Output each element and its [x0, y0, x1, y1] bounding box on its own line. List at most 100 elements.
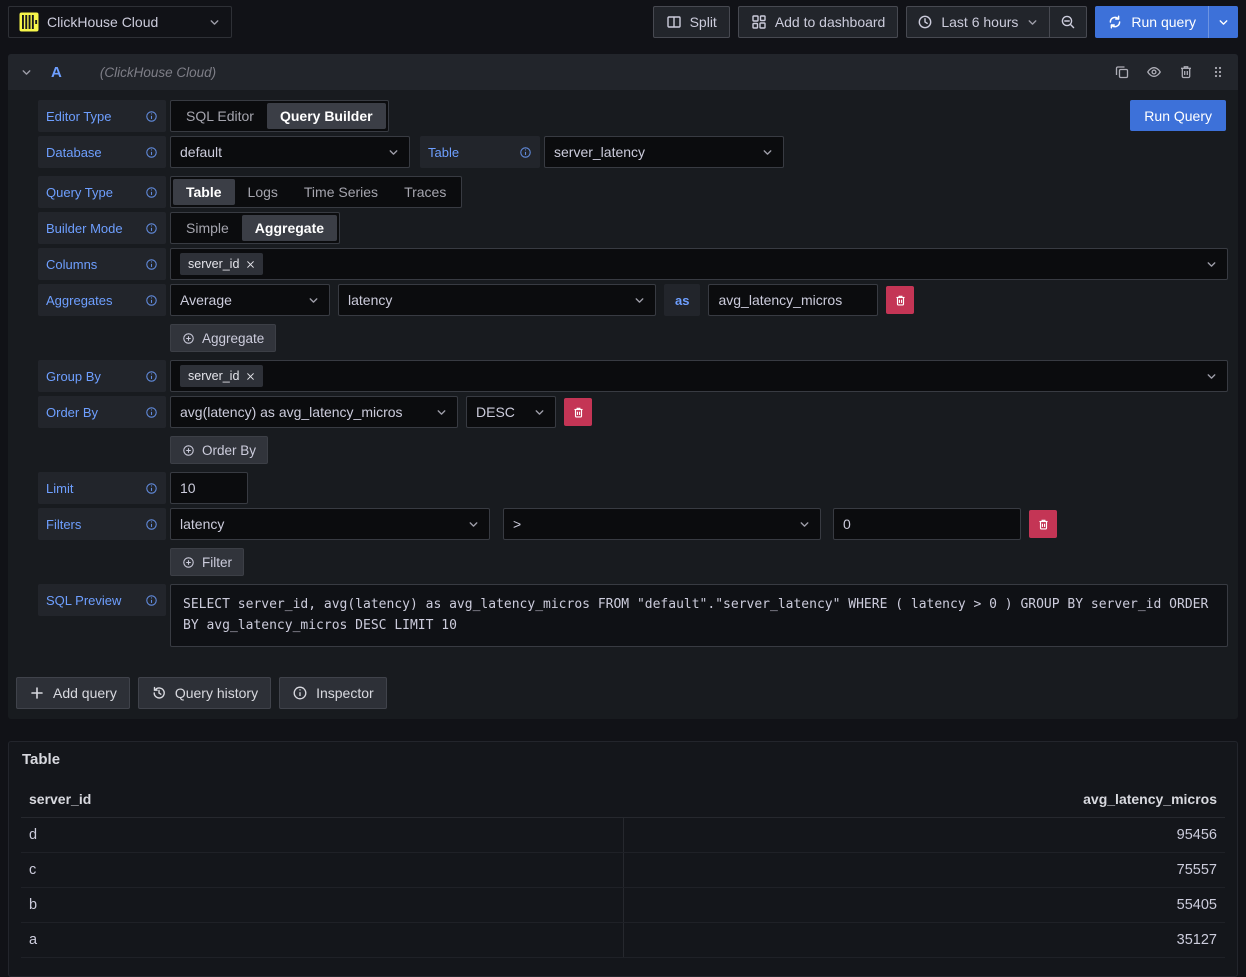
inspector-button[interactable]: Inspector [279, 677, 387, 709]
table-row: c 75557 [21, 853, 1225, 888]
cell-server-id: a [21, 923, 624, 957]
add-aggregate-button[interactable]: Aggregate [170, 324, 276, 352]
info-icon[interactable] [145, 222, 158, 235]
chevron-down-icon [467, 518, 480, 531]
remove-filter-button[interactable] [1029, 510, 1057, 538]
results-table: server_id avg_latency_micros d 95456 c 7… [21, 783, 1225, 958]
chevron-down-icon [533, 406, 546, 419]
column-header-avg-latency-micros[interactable]: avg_latency_micros [623, 783, 1225, 817]
add-to-dashboard-button[interactable]: Add to dashboard [738, 6, 899, 38]
info-icon[interactable] [145, 482, 158, 495]
query-type-logs[interactable]: Logs [235, 179, 291, 205]
split-button[interactable]: Split [653, 6, 730, 38]
cell-server-id: b [21, 888, 624, 922]
table-select[interactable]: server_latency [544, 136, 784, 168]
time-range-picker[interactable]: Last 6 hours [907, 7, 1049, 37]
circled-plus-icon [182, 556, 195, 569]
remove-tag-icon[interactable] [246, 260, 255, 269]
chevron-down-icon [761, 146, 774, 159]
run-query-toolbar-label: Run query [1131, 14, 1196, 30]
remove-order-by-button[interactable] [564, 398, 592, 426]
database-label: Database [38, 136, 166, 168]
datasource-picker[interactable]: ClickHouse Cloud [8, 6, 232, 38]
datasource-picker-value: ClickHouse Cloud [47, 14, 158, 30]
info-icon[interactable] [145, 594, 158, 607]
editor-type-query-builder[interactable]: Query Builder [267, 103, 386, 129]
dashboard-grid-icon [751, 14, 767, 30]
sql-preview-label: SQL Preview [38, 584, 166, 616]
info-icon[interactable] [145, 406, 158, 419]
columns-label: Columns [38, 248, 166, 280]
query-type-time-series[interactable]: Time Series [291, 179, 391, 205]
duplicate-query-icon[interactable] [1114, 64, 1130, 80]
info-icon[interactable] [145, 146, 158, 159]
zoom-out-time-button[interactable] [1049, 7, 1086, 37]
column-header-server-id[interactable]: server_id [21, 783, 623, 817]
chevron-down-icon [387, 146, 400, 159]
run-query-split-button: Run query [1095, 6, 1238, 38]
add-order-by-button[interactable]: Order By [170, 436, 268, 464]
query-row-header[interactable]: A (ClickHouse Cloud) [8, 54, 1238, 90]
query-row-actions [1114, 64, 1226, 80]
remove-aggregate-button[interactable] [886, 286, 914, 314]
trash-icon [1037, 518, 1050, 531]
hide-response-eye-icon[interactable] [1146, 64, 1162, 80]
limit-input[interactable] [170, 472, 248, 504]
builder-mode-simple[interactable]: Simple [173, 215, 242, 241]
chevron-down-icon [307, 294, 320, 307]
drag-handle-icon[interactable] [1210, 64, 1226, 80]
builder-mode-aggregate[interactable]: Aggregate [242, 215, 337, 241]
info-circle-icon [292, 685, 308, 701]
order-by-label: Order By [38, 396, 166, 428]
order-by-expression-select[interactable]: avg(latency) as avg_latency_micros [170, 396, 458, 428]
database-select[interactable]: default [170, 136, 410, 168]
cell-avg-latency: 55405 [624, 888, 1226, 922]
table-row: a 35127 [21, 923, 1225, 958]
cell-avg-latency: 35127 [624, 923, 1226, 957]
aggregate-column-select[interactable]: latency [338, 284, 656, 316]
filter-operator-select[interactable]: > [503, 508, 821, 540]
plus-icon [29, 685, 45, 701]
info-icon[interactable] [145, 370, 158, 383]
circled-plus-icon [182, 332, 195, 345]
query-history-button[interactable]: Query history [138, 677, 271, 709]
info-icon[interactable] [519, 146, 532, 159]
cell-avg-latency: 95456 [624, 818, 1226, 852]
run-query-options-caret[interactable] [1208, 6, 1238, 38]
columns-multiselect[interactable]: server_id [170, 248, 1228, 280]
info-icon[interactable] [145, 186, 158, 199]
aggregate-as-label: as [664, 284, 700, 316]
collapse-chevron-icon[interactable] [20, 66, 33, 79]
run-query-editor-button[interactable]: Run Query [1130, 100, 1226, 131]
order-by-direction-select[interactable]: DESC [466, 396, 556, 428]
editor-type-label: Editor Type [38, 100, 166, 132]
query-datasource-hint: (ClickHouse Cloud) [100, 65, 216, 80]
table-label: Table [420, 136, 540, 168]
table-row: d 95456 [21, 818, 1225, 853]
filter-column-select[interactable]: latency [170, 508, 490, 540]
remove-tag-icon[interactable] [246, 372, 255, 381]
run-query-toolbar-button[interactable]: Run query [1095, 6, 1208, 38]
info-icon[interactable] [145, 258, 158, 271]
chevron-down-icon [1205, 258, 1218, 271]
add-query-button[interactable]: Add query [16, 677, 130, 709]
info-icon[interactable] [145, 518, 158, 531]
add-filter-button[interactable]: Filter [170, 548, 244, 576]
cell-avg-latency: 75557 [624, 853, 1226, 887]
aggregate-function-select[interactable]: Average [170, 284, 330, 316]
aggregate-alias-input[interactable] [708, 284, 878, 316]
info-icon[interactable] [145, 294, 158, 307]
editor-type-toggle: SQL Editor Query Builder [170, 100, 389, 132]
results-table-panel: Table server_id avg_latency_micros d 954… [8, 741, 1238, 977]
query-type-table[interactable]: Table [173, 179, 235, 205]
editor-type-sql-editor[interactable]: SQL Editor [173, 103, 267, 129]
split-icon [666, 14, 682, 30]
explore-toolbar: ClickHouse Cloud Split Add to dashboard … [0, 0, 1246, 43]
group-by-multiselect[interactable]: server_id [170, 360, 1228, 392]
remove-query-trash-icon[interactable] [1178, 64, 1194, 80]
query-type-traces[interactable]: Traces [391, 179, 459, 205]
clickhouse-logo-icon [19, 12, 39, 32]
info-icon[interactable] [145, 110, 158, 123]
filter-value-input[interactable] [833, 508, 1021, 540]
history-icon [151, 685, 167, 701]
